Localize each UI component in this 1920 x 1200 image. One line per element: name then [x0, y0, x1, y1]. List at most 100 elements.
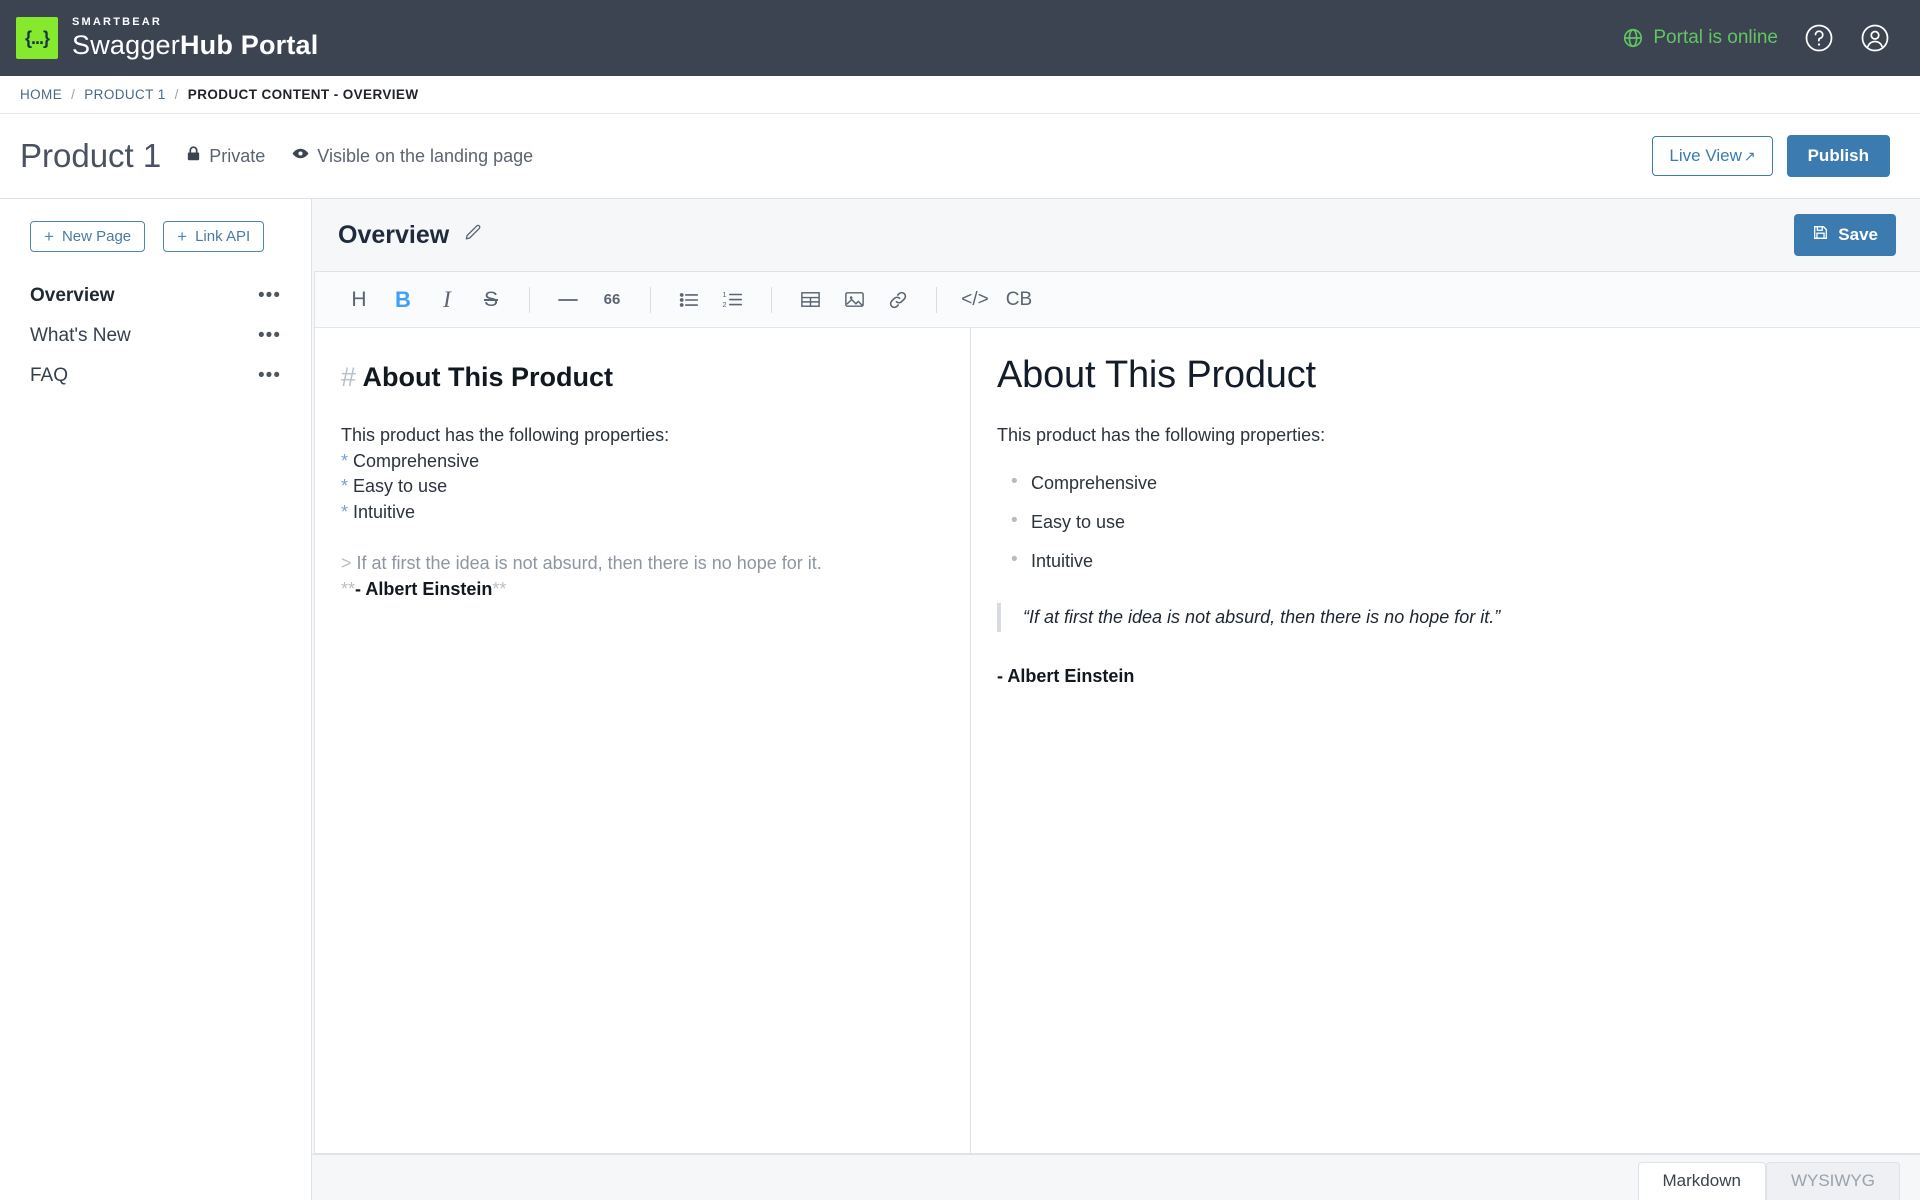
markdown-bullet-line: * Easy to use — [341, 474, 942, 500]
toolbar-divider — [936, 287, 937, 313]
markdown-bold-token-open: ** — [341, 579, 355, 599]
svg-text:2: 2 — [722, 299, 726, 308]
portal-status: Portal is online — [1622, 27, 1778, 49]
markdown-blank-line — [341, 525, 942, 551]
save-label: Save — [1838, 225, 1878, 245]
sidebar-item-label: Overview — [30, 285, 115, 307]
image-icon[interactable] — [832, 280, 876, 320]
page-header: Product 1 Private Visible on the landing… — [0, 114, 1920, 199]
floppy-disk-icon — [1812, 224, 1829, 246]
lock-icon — [185, 145, 202, 167]
portal-status-label: Portal is online — [1653, 27, 1778, 49]
publish-button[interactable]: Publish — [1787, 135, 1890, 177]
overflow-menu-icon[interactable]: ••• — [258, 330, 281, 341]
italic-icon[interactable]: I — [425, 280, 469, 320]
blockquote-icon[interactable]: 66 — [590, 280, 634, 320]
sidebar-item-faq[interactable]: FAQ ••• — [0, 356, 311, 396]
breadcrumb: HOME / PRODUCT 1 / PRODUCT CONTENT - OVE… — [0, 76, 1920, 114]
landing-visibility-label: Visible on the landing page — [317, 146, 533, 167]
live-view-button[interactable]: Live View ↗ — [1652, 136, 1772, 176]
sidebar: + New Page + Link API Overview ••• What'… — [0, 199, 312, 1200]
list-item: Intuitive — [997, 542, 1886, 581]
markdown-bullet-text: Easy to use — [353, 476, 447, 496]
help-circle-icon[interactable] — [1804, 23, 1834, 53]
user-account-icon[interactable] — [1860, 23, 1890, 53]
sidebar-item-label: What's New — [30, 325, 131, 347]
content-area: + New Page + Link API Overview ••• What'… — [0, 199, 1920, 1200]
preview-intro: This product has the following propertie… — [997, 425, 1886, 446]
editor-mode-tabs: Markdown WYSIWYG — [312, 1154, 1920, 1200]
globe-icon — [1622, 27, 1644, 49]
preview-attribution: - Albert Einstein — [997, 666, 1886, 687]
code-icon[interactable]: </> — [953, 280, 997, 320]
table-icon[interactable] — [788, 280, 832, 320]
toolbar-divider — [771, 287, 772, 313]
save-button[interactable]: Save — [1794, 214, 1896, 256]
code-block-icon[interactable]: CB — [997, 280, 1041, 320]
page-list: Overview ••• What's New ••• FAQ ••• — [0, 276, 311, 396]
visibility-badge: Private — [185, 145, 265, 167]
strikethrough-icon[interactable]: S — [469, 280, 513, 320]
new-page-button[interactable]: + New Page — [30, 221, 145, 252]
external-link-arrow-icon: ↗ — [1744, 148, 1756, 165]
sidebar-item-overview[interactable]: Overview ••• — [0, 276, 311, 316]
markdown-quote-line: > If at first the idea is not absurd, th… — [341, 551, 942, 577]
list-item: Comprehensive — [997, 464, 1886, 503]
visibility-label: Private — [209, 146, 265, 167]
markdown-bullet-line: * Comprehensive — [341, 449, 942, 475]
eye-icon — [291, 144, 310, 168]
swaggerhub-logo-icon: {...} — [16, 17, 58, 59]
markdown-heading-text: About This Product — [363, 362, 613, 392]
plus-icon: + — [44, 228, 54, 245]
brand-company-name: SMARTBEAR — [72, 17, 318, 28]
editor-preview-split: # About This Product This product has th… — [315, 328, 1920, 1153]
bold-icon[interactable]: B — [381, 280, 425, 320]
preview-bullet-list: Comprehensive Easy to use Intuitive — [997, 464, 1886, 581]
editor-page-title: Overview — [338, 221, 449, 250]
markdown-heading-token: # — [341, 362, 356, 392]
bullet-list-icon[interactable] — [667, 280, 711, 320]
top-navigation-bar: {...} SMARTBEAR SwaggerHub Portal Portal… — [0, 0, 1920, 76]
horizontal-rule-icon[interactable] — [546, 280, 590, 320]
breadcrumb-item-home[interactable]: HOME — [20, 87, 62, 102]
markdown-attribution-line: **- Albert Einstein** — [341, 577, 942, 603]
editor-header: Overview Save — [312, 199, 1920, 271]
markdown-editor-panel: H B I S 66 — [314, 271, 1920, 1154]
sidebar-item-whats-new[interactable]: What's New ••• — [0, 316, 311, 356]
markdown-quote-token: > — [341, 553, 352, 573]
overflow-menu-icon[interactable]: ••• — [258, 290, 281, 301]
pencil-icon[interactable] — [463, 223, 483, 248]
tab-wysiwyg[interactable]: WYSIWYG — [1766, 1162, 1900, 1200]
preview-heading: About This Product — [997, 354, 1886, 397]
preview-blockquote: “If at first the idea is not absurd, the… — [997, 603, 1886, 632]
markdown-heading-line: # About This Product — [341, 362, 942, 393]
markdown-bullet-token: * — [341, 476, 348, 496]
plus-icon: + — [177, 228, 187, 245]
breadcrumb-separator: / — [71, 87, 75, 102]
markdown-bullet-text: Intuitive — [353, 502, 415, 522]
overflow-menu-icon[interactable]: ••• — [258, 370, 281, 381]
link-icon[interactable] — [876, 280, 920, 320]
landing-visibility-badge: Visible on the landing page — [291, 144, 533, 168]
numbered-list-icon[interactable]: 1 2 — [711, 280, 755, 320]
markdown-quote-text: If at first the idea is not absurd, then… — [357, 553, 822, 573]
heading-icon[interactable]: H — [337, 280, 381, 320]
breadcrumb-separator: / — [175, 87, 179, 102]
breadcrumb-item-current: PRODUCT CONTENT - OVERVIEW — [188, 87, 419, 102]
page-title: Product 1 — [20, 137, 161, 175]
tab-markdown[interactable]: Markdown — [1638, 1162, 1766, 1200]
toolbar-divider — [650, 287, 651, 313]
link-api-button[interactable]: + Link API — [163, 221, 264, 252]
brand-product-name: SwaggerHub Portal — [72, 32, 318, 59]
brand-logo-group[interactable]: {...} SMARTBEAR SwaggerHub Portal — [16, 17, 318, 59]
sidebar-item-label: FAQ — [30, 365, 68, 387]
markdown-attribution-text: - Albert Einstein — [355, 579, 492, 599]
markdown-source-pane[interactable]: # About This Product This product has th… — [315, 328, 971, 1153]
list-item: Easy to use — [997, 503, 1886, 542]
breadcrumb-item-product-1[interactable]: PRODUCT 1 — [84, 87, 165, 102]
formatting-toolbar: H B I S 66 — [315, 272, 1920, 328]
new-page-label: New Page — [62, 228, 131, 245]
preview-pane: About This Product This product has the … — [971, 328, 1920, 1153]
markdown-bullet-line: * Intuitive — [341, 500, 942, 526]
markdown-bold-token-close: ** — [492, 579, 506, 599]
